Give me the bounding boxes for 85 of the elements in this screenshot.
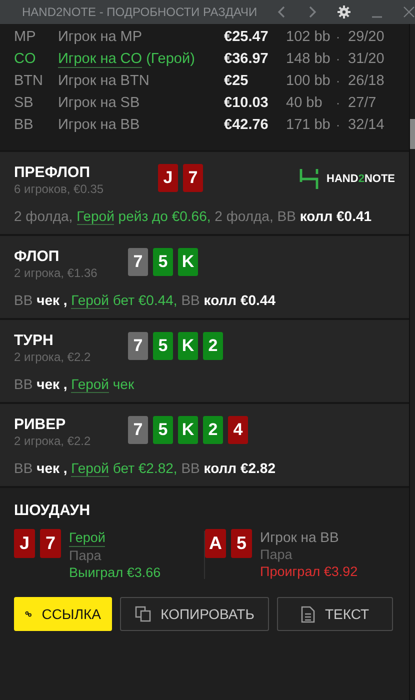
hero-link[interactable]: Герой	[71, 292, 109, 309]
copy-icon	[134, 606, 151, 622]
stack-amount: €36.97	[224, 51, 270, 67]
playing-card: 5	[153, 332, 173, 360]
position-label: SB	[14, 95, 34, 111]
hero-tag: (Герой)	[146, 50, 195, 68]
action-line: BB чек , Герой чек	[14, 376, 136, 392]
playing-card: 2	[203, 332, 223, 360]
position-label: MP	[14, 29, 37, 45]
player-name: Игрок на MP	[58, 29, 142, 45]
back-icon[interactable]	[277, 5, 288, 19]
street-title: ФЛОП	[14, 248, 60, 265]
playing-card: J	[158, 164, 178, 192]
playing-card: 7	[40, 529, 61, 558]
playing-card: 5	[231, 529, 252, 558]
hero-link[interactable]: Герой	[71, 376, 109, 393]
stats-ratio: 27/7	[348, 95, 376, 111]
street-info: 2 игрока, €1.36	[14, 266, 98, 280]
big-blinds: 40 bb	[286, 95, 324, 111]
hero-link[interactable]: Герой	[71, 460, 109, 477]
document-icon	[300, 606, 315, 622]
street-info: 6 игроков, €0.35	[14, 182, 105, 196]
hand-rank: Пара	[260, 546, 292, 563]
playing-card: K	[178, 248, 198, 276]
playing-card: K	[178, 416, 198, 444]
stats-ratio: 29/20	[348, 29, 384, 45]
settings-icon[interactable]	[337, 5, 352, 19]
stack-amount: €10.03	[224, 95, 270, 111]
stats-ratio: 32/14	[348, 117, 384, 133]
stats-ratio: 26/18	[348, 73, 384, 89]
big-blinds: 148 bb	[286, 51, 332, 67]
stack-amount: €25	[224, 73, 250, 89]
scrollbar[interactable]	[409, 24, 415, 700]
street-info: 2 игрока, €2.2	[14, 434, 92, 448]
separator-dot: ·	[336, 118, 341, 132]
copy-button[interactable]: КОПИРОВАТЬ	[120, 597, 269, 631]
showdown-title: ШОУДАУН	[14, 502, 92, 519]
street-title: РИВЕР	[14, 416, 67, 433]
result-amount: Выиграл €3.66	[69, 564, 161, 581]
playing-card: 5	[153, 248, 173, 276]
big-blinds: 102 bb	[286, 29, 332, 45]
playing-card: 2	[203, 416, 223, 444]
player-name: Игрок на BB	[58, 117, 140, 133]
playing-card: 7	[128, 248, 148, 276]
hero-player-link[interactable]: Игрок на CO	[58, 50, 142, 68]
forward-icon[interactable]	[307, 5, 318, 19]
playing-card: K	[178, 332, 198, 360]
logo-icon	[298, 168, 319, 190]
separator-dot: ·	[336, 30, 341, 44]
logo-text: HAND2NOTE	[326, 173, 395, 185]
stack-amount: €25.47	[224, 29, 270, 45]
stack-amount: €42.76	[224, 117, 270, 133]
street-title: ПРЕФЛОП	[14, 164, 91, 181]
playing-card: 5	[153, 416, 173, 444]
player-name: Игрок на BB	[260, 529, 339, 546]
action-line: BB чек , Герой бет €2.82, BB колл €2.82	[14, 460, 277, 476]
player-name: Игрок на SB	[58, 95, 140, 111]
stats-ratio: 31/20	[348, 51, 384, 67]
street-title: ТУРН	[14, 332, 54, 349]
position-label: CO	[14, 51, 37, 67]
playing-card: A	[205, 529, 226, 558]
action-line: BB чек , Герой бет €0.44, BB колл €0.44	[14, 292, 277, 308]
playing-card: 7	[128, 332, 148, 360]
player-name: Игрок на BTN	[58, 73, 150, 89]
big-blinds: 100 bb	[286, 73, 332, 89]
hero-link[interactable]: Герой	[76, 208, 114, 225]
result-amount: Проиграл €3.92	[260, 563, 358, 580]
big-blinds: 171 bb	[286, 117, 332, 133]
link-button[interactable]: ССЫЛКА	[14, 597, 112, 631]
hero-link[interactable]: Герой	[69, 529, 106, 547]
playing-card: 4	[228, 416, 248, 444]
playing-card: J	[14, 529, 35, 558]
window-title: HAND2NOTE - ПОДРОБНОСТИ РАЗДАЧИ	[22, 5, 258, 19]
street-info: 2 игрока, €2.2	[14, 350, 92, 364]
position-label: BTN	[14, 73, 44, 89]
separator-dot: ·	[336, 96, 341, 110]
text-button[interactable]: ТЕКСТ	[277, 597, 393, 631]
hand-rank: Пара	[69, 547, 102, 564]
action-line: 2 фолда, Герой рейз до €0.66, 2 фолда, BB колл €0.41	[14, 208, 373, 224]
playing-card: 7	[128, 416, 148, 444]
playing-card: 7	[183, 164, 203, 192]
position-label: BB	[14, 117, 34, 133]
separator-dot: ·	[336, 52, 341, 66]
close-icon[interactable]	[403, 6, 415, 18]
separator-dot: ·	[336, 74, 341, 88]
